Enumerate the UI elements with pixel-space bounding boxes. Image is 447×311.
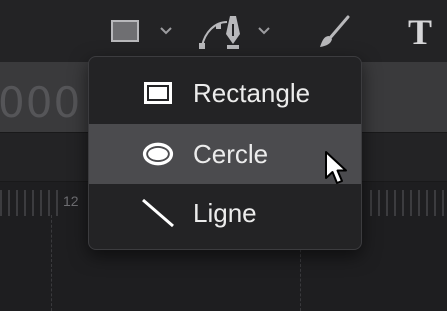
line-icon <box>141 198 175 228</box>
chevron-down-icon <box>160 27 172 35</box>
ellipse-icon <box>141 139 175 169</box>
menu-item-circle[interactable]: Cercle <box>89 124 361 184</box>
menu-item-label: Rectangle <box>193 77 311 108</box>
brush-icon <box>320 15 350 47</box>
ruler-label: 12 <box>63 193 79 209</box>
mouse-pointer-icon <box>325 151 347 184</box>
shape-tool-dropdown[interactable] <box>156 22 176 40</box>
menu-item-label: Ligne <box>193 197 257 228</box>
track-counter: 000 <box>0 78 82 127</box>
shape-tool-button[interactable] <box>108 16 142 46</box>
shape-menu: Rectangle Cercle Ligne <box>88 56 362 250</box>
pen-tool-icon <box>199 16 240 49</box>
pen-tool-button[interactable] <box>196 12 246 52</box>
rectangle-icon <box>141 78 175 108</box>
rectangle-icon <box>111 20 139 42</box>
text-tool-button[interactable]: T <box>398 10 442 54</box>
ruler-ticks-left <box>0 190 64 216</box>
chevron-down-icon <box>258 27 270 35</box>
pen-tool-dropdown[interactable] <box>254 22 274 40</box>
grid-line <box>51 215 52 311</box>
ruler-ticks-right <box>370 190 447 216</box>
menu-item-label: Cercle <box>193 138 269 169</box>
text-tool-label: T <box>407 12 432 52</box>
brush-tool-button[interactable] <box>314 12 354 52</box>
menu-item-line[interactable]: Ligne <box>89 183 361 243</box>
menu-item-rectangle[interactable]: Rectangle <box>89 63 361 123</box>
toolbar: T <box>0 0 447 62</box>
